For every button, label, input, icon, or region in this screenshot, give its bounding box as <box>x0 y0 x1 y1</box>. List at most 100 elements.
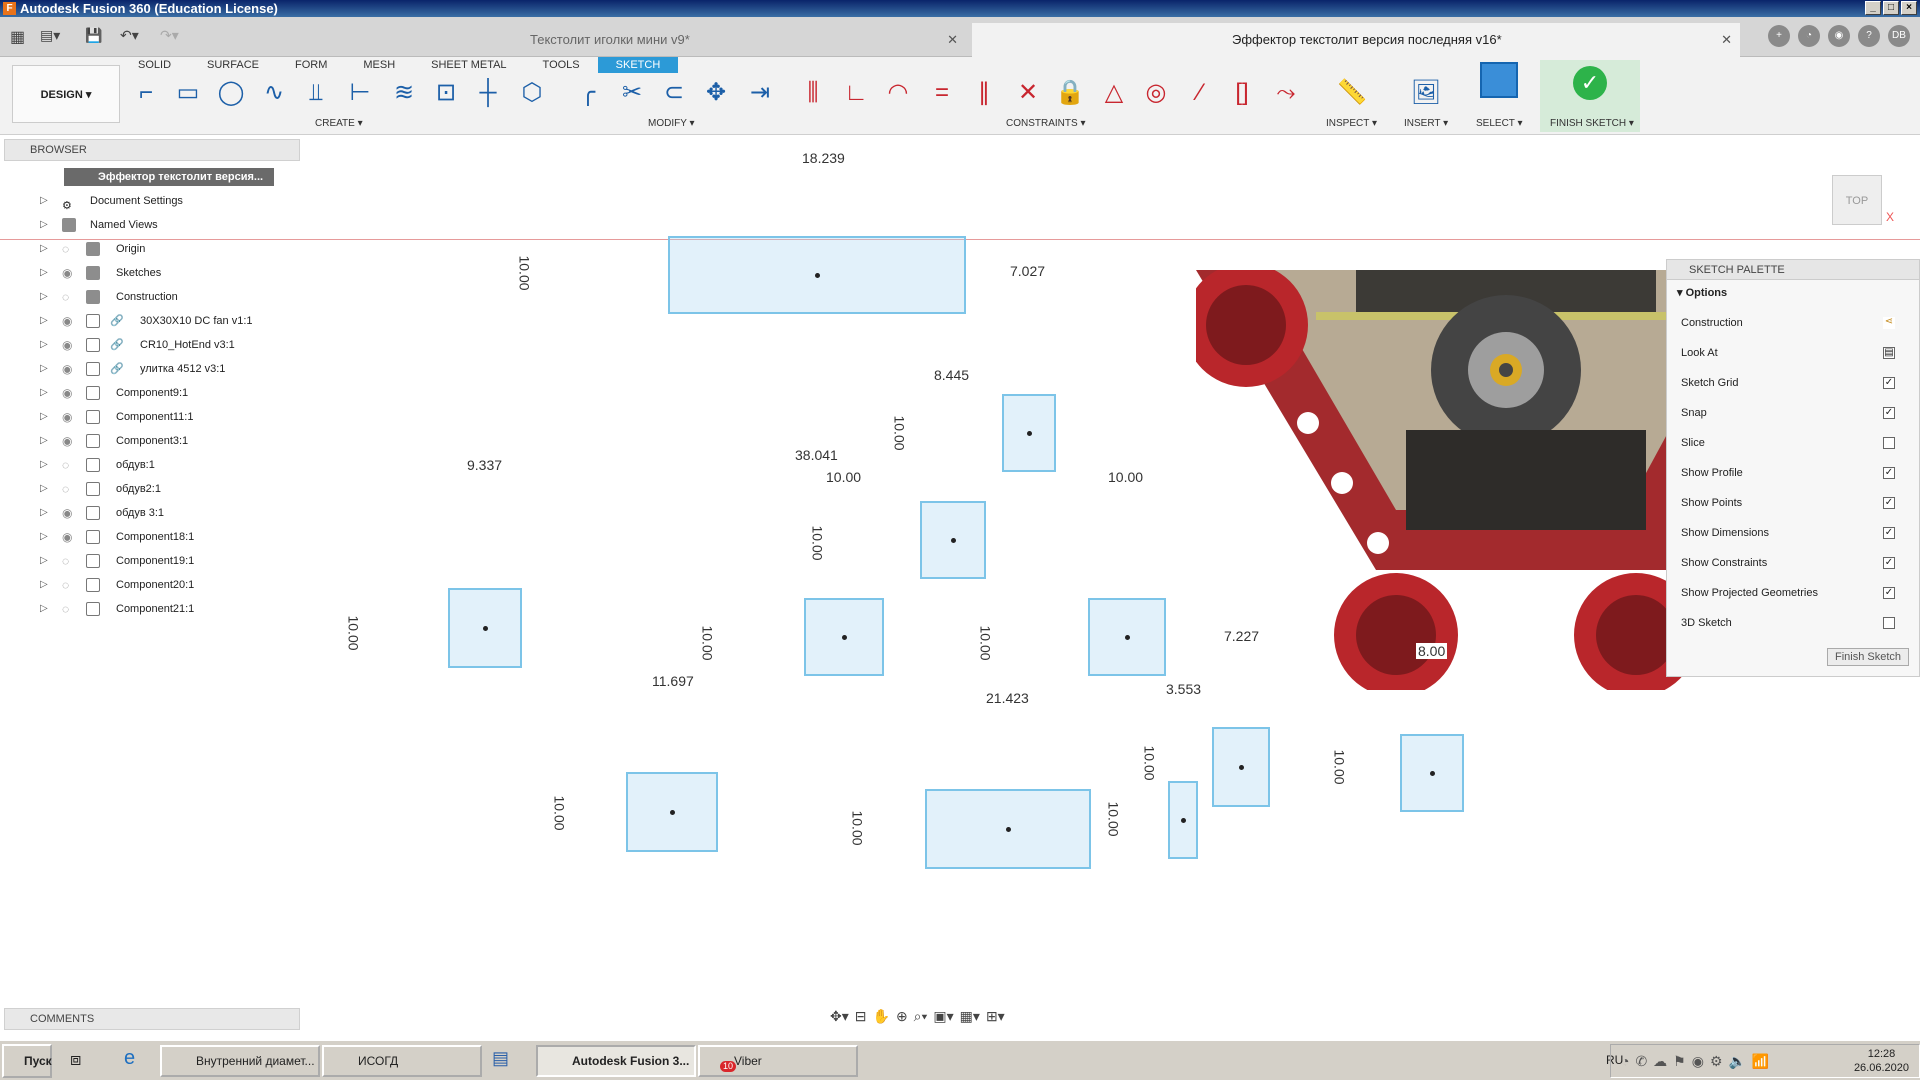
taskbar-explorer[interactable]: ИСОГД <box>322 1045 482 1077</box>
data-panel-grid-icon[interactable]: ▦ <box>10 27 25 47</box>
tree-row[interactable]: ▷ ◌ обдув:1 <box>0 453 302 477</box>
palette-row-show-profile[interactable]: Show Profile ✓ <box>1681 462 1913 484</box>
tree-row[interactable]: ▷ ◉ обдув 3:1 <box>0 501 302 525</box>
start-button[interactable]: Пуск <box>2 1044 52 1078</box>
zoom-icon[interactable]: ⊕ <box>896 1008 908 1030</box>
perpendicular-constraint-icon[interactable]: ✕ <box>1012 77 1044 109</box>
sketch-rectangle[interactable] <box>1212 727 1270 807</box>
inspect-menu[interactable]: INSPECT ▾ <box>1326 118 1377 129</box>
select-tool-icon[interactable] <box>1480 62 1518 98</box>
curvature-constraint-icon[interactable]: ⤳ <box>1270 77 1302 109</box>
maximize-button[interactable]: □ <box>1883 1 1899 15</box>
rectangle-tool-icon[interactable]: ▭ <box>172 77 204 109</box>
doc-tab-active[interactable]: Эффектор текстолит версия последняя v16*… <box>972 23 1740 57</box>
tree-row[interactable]: ▷ ◉ Component18:1 <box>0 525 302 549</box>
tab-mesh[interactable]: MESH <box>345 57 413 73</box>
tab-solid[interactable]: SOLID <box>120 57 189 73</box>
insert-image-icon[interactable]: 🖼 <box>1410 77 1442 109</box>
tab-surface[interactable]: SURFACE <box>189 57 277 73</box>
help-icon[interactable]: ? <box>1858 25 1880 47</box>
palette-row-show-points[interactable]: Show Points ✓ <box>1681 492 1913 514</box>
tree-row[interactable]: ▷ Named Views <box>0 213 302 237</box>
tree-row[interactable]: ▷ ◉ Component3:1 <box>0 429 302 453</box>
finish-sketch-button[interactable]: ✓ FINISH SKETCH ▾ <box>1540 60 1640 132</box>
viewcube[interactable]: TOP <box>1832 175 1882 225</box>
sketch-rectangle[interactable] <box>448 588 522 668</box>
tree-row[interactable]: ▷ ◌ Component21:1 <box>0 597 302 621</box>
tree-row[interactable]: ▷ ◌ Origin <box>0 237 302 261</box>
palette-row-show-projected[interactable]: Show Projected Geometries ✓ <box>1681 582 1913 604</box>
dimension-label[interactable]: 7.227 <box>1222 628 1262 644</box>
browser-root-component[interactable]: Эффектор текстолит версия... <box>64 168 274 186</box>
checkbox[interactable]: ✓ <box>1883 557 1895 569</box>
tangent-constraint-icon[interactable]: ◠ <box>882 77 914 109</box>
coincident-constraint-icon[interactable]: ∟ <box>840 77 872 109</box>
dimension-label[interactable]: 10.00 <box>809 523 826 563</box>
clock[interactable]: 12:28 26.06.2020 <box>1854 1047 1909 1075</box>
sketch-rectangle[interactable] <box>668 236 966 314</box>
sketch-rectangle[interactable] <box>925 789 1091 869</box>
measure-tool-icon[interactable]: 📏 <box>1336 77 1368 109</box>
fix-constraint-icon[interactable]: 🔒 <box>1054 77 1086 109</box>
sketch-dimension-icon[interactable]: ⇥ <box>744 77 776 109</box>
fillet-tool-icon[interactable]: ╭ <box>572 77 604 109</box>
offset-tool-icon[interactable]: ≋ <box>388 77 420 109</box>
palette-finish-sketch-button[interactable]: Finish Sketch <box>1827 648 1909 666</box>
tree-row[interactable]: ▷ ◌ обдув2:1 <box>0 477 302 501</box>
parallel-constraint-icon[interactable]: ∥ <box>968 77 1000 109</box>
dimension-label[interactable]: 18.239 <box>800 150 847 166</box>
select-menu[interactable]: SELECT ▾ <box>1476 118 1523 129</box>
tab-tools[interactable]: TOOLS <box>525 57 598 73</box>
offset-curve-icon[interactable]: ⊂ <box>658 77 690 109</box>
display-settings-icon[interactable]: ▣▾ <box>933 1008 953 1030</box>
close-tab-icon[interactable]: ✕ <box>1721 23 1732 57</box>
orbit-icon[interactable]: ✥▾ <box>830 1008 849 1030</box>
dimension-label[interactable]: 38.041 <box>793 447 840 463</box>
palette-row-show-constraints[interactable]: Show Constraints ✓ <box>1681 552 1913 574</box>
project-tool-icon[interactable]: ⊡ <box>430 77 462 109</box>
tree-row[interactable]: ▷ ◌ Component19:1 <box>0 549 302 573</box>
checkbox[interactable]: ✓ <box>1883 587 1895 599</box>
tab-sheet-metal[interactable]: SHEET METAL <box>413 57 524 73</box>
file-menu-icon[interactable]: ▤▾ <box>40 27 60 44</box>
dimension-label[interactable]: 7.027 <box>1008 263 1048 279</box>
redo-icon[interactable]: ↷▾ <box>160 27 179 44</box>
dimension-label[interactable]: 8.445 <box>932 367 972 383</box>
polygon-tool-icon[interactable]: ⬡ <box>516 77 548 109</box>
tab-form[interactable]: FORM <box>277 57 345 73</box>
user-avatar[interactable]: DB <box>1888 25 1910 47</box>
sketch-rectangle[interactable] <box>1088 598 1166 676</box>
dimension-label[interactable]: 10.00 <box>699 623 716 663</box>
undo-icon[interactable]: ↶▾ <box>120 27 139 44</box>
tree-row[interactable]: ▷ ◉ 🔗 30X30X10 DC fan v1:1 <box>0 309 302 333</box>
concentric-constraint-icon[interactable]: ◎ <box>1140 77 1172 109</box>
design-workspace-button[interactable]: DESIGN ▾ <box>12 65 120 123</box>
dimension-label[interactable]: 11.697 <box>650 673 696 689</box>
dimension-label[interactable]: 21.423 <box>984 690 1031 706</box>
dimension-label[interactable]: 9.337 <box>465 457 505 473</box>
constraints-menu[interactable]: CONSTRAINTS ▾ <box>1006 118 1085 129</box>
spline-tool-icon[interactable]: ∿ <box>258 77 290 109</box>
tree-row[interactable]: ▷ ◉ Sketches <box>0 261 302 285</box>
taskbar-app-icon[interactable]: ▤ <box>492 1048 509 1069</box>
create-menu[interactable]: CREATE ▾ <box>315 118 363 129</box>
insert-menu[interactable]: INSERT ▾ <box>1404 118 1448 129</box>
horizontal-vertical-constraint-icon[interactable]: ⫼ <box>797 77 829 109</box>
checkbox[interactable] <box>1883 617 1895 629</box>
sketch-rectangle[interactable] <box>804 598 884 676</box>
close-button[interactable]: × <box>1901 1 1917 15</box>
sketch-rectangle[interactable] <box>1168 781 1198 859</box>
sketch-rectangle[interactable] <box>1002 394 1056 472</box>
sketch-rectangle[interactable] <box>626 772 718 852</box>
taskbar-fusion[interactable]: Autodesk Fusion 3... <box>536 1045 696 1077</box>
dimension-label[interactable]: 10.00 <box>977 623 994 663</box>
dimension-label[interactable]: 3.553 <box>1164 681 1204 697</box>
dimension-label[interactable]: 10.00 <box>516 253 533 293</box>
palette-row-slice[interactable]: Slice <box>1681 432 1913 454</box>
dimension-label[interactable]: 10.00 <box>849 808 866 848</box>
tree-row[interactable]: ▷ ◌ Component20:1 <box>0 573 302 597</box>
construction-icon[interactable]: ⋖ <box>1883 317 1895 329</box>
desktop-icon[interactable]: ⧈ <box>70 1049 81 1070</box>
palette-row-construction[interactable]: Construction ⋖ <box>1681 312 1913 334</box>
dimension-tool-icon[interactable]: ⊢ <box>344 77 376 109</box>
